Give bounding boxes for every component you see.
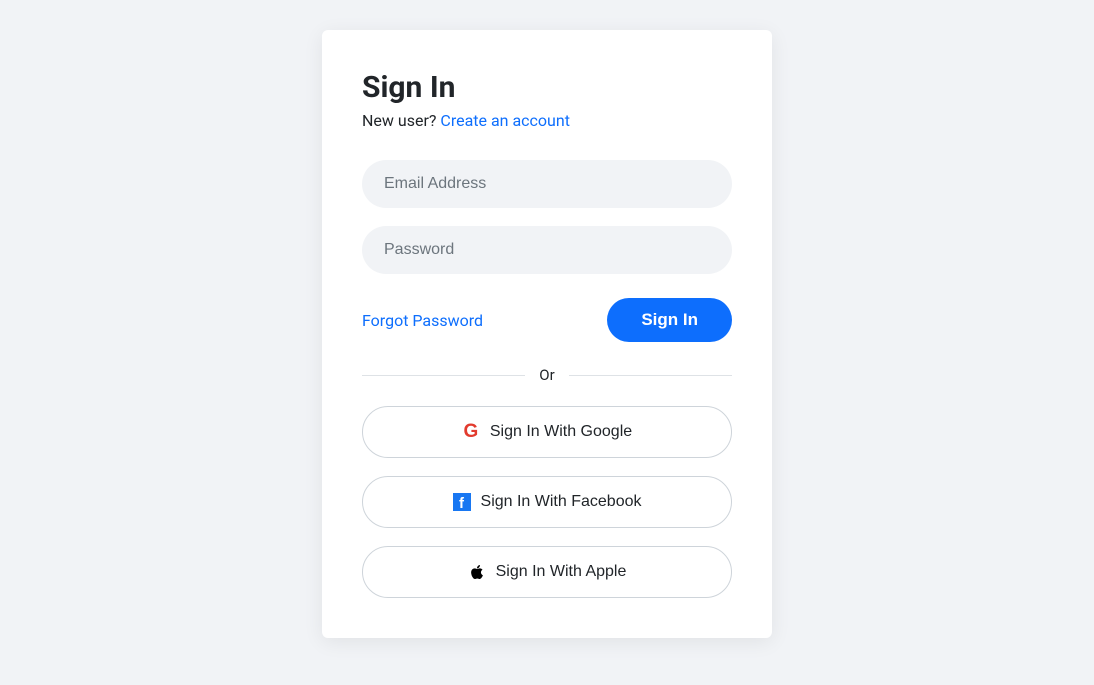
password-input[interactable] — [362, 226, 732, 274]
email-input[interactable] — [362, 160, 732, 208]
facebook-icon: f — [453, 493, 471, 511]
signin-card: Sign In New user? Create an account Forg… — [322, 30, 772, 638]
page-title: Sign In — [362, 70, 732, 105]
google-icon: G — [462, 423, 480, 441]
google-signin-label: Sign In With Google — [490, 423, 632, 441]
google-signin-button[interactable]: G Sign In With Google — [362, 406, 732, 458]
divider-line-left — [362, 375, 525, 376]
apple-signin-button[interactable]: Sign In With Apple — [362, 546, 732, 598]
divider-text: Or — [525, 366, 568, 384]
apple-signin-label: Sign In With Apple — [496, 563, 627, 581]
new-user-text: New user? — [362, 111, 440, 130]
create-account-link[interactable]: Create an account — [440, 111, 570, 130]
subtitle: New user? Create an account — [362, 111, 732, 130]
signin-button[interactable]: Sign In — [607, 298, 732, 342]
apple-icon — [468, 563, 486, 581]
forgot-password-link[interactable]: Forgot Password — [362, 311, 483, 330]
actions-row: Forgot Password Sign In — [362, 298, 732, 342]
divider-line-right — [569, 375, 732, 376]
divider: Or — [362, 366, 732, 384]
facebook-signin-label: Sign In With Facebook — [481, 493, 642, 511]
facebook-signin-button[interactable]: f Sign In With Facebook — [362, 476, 732, 528]
